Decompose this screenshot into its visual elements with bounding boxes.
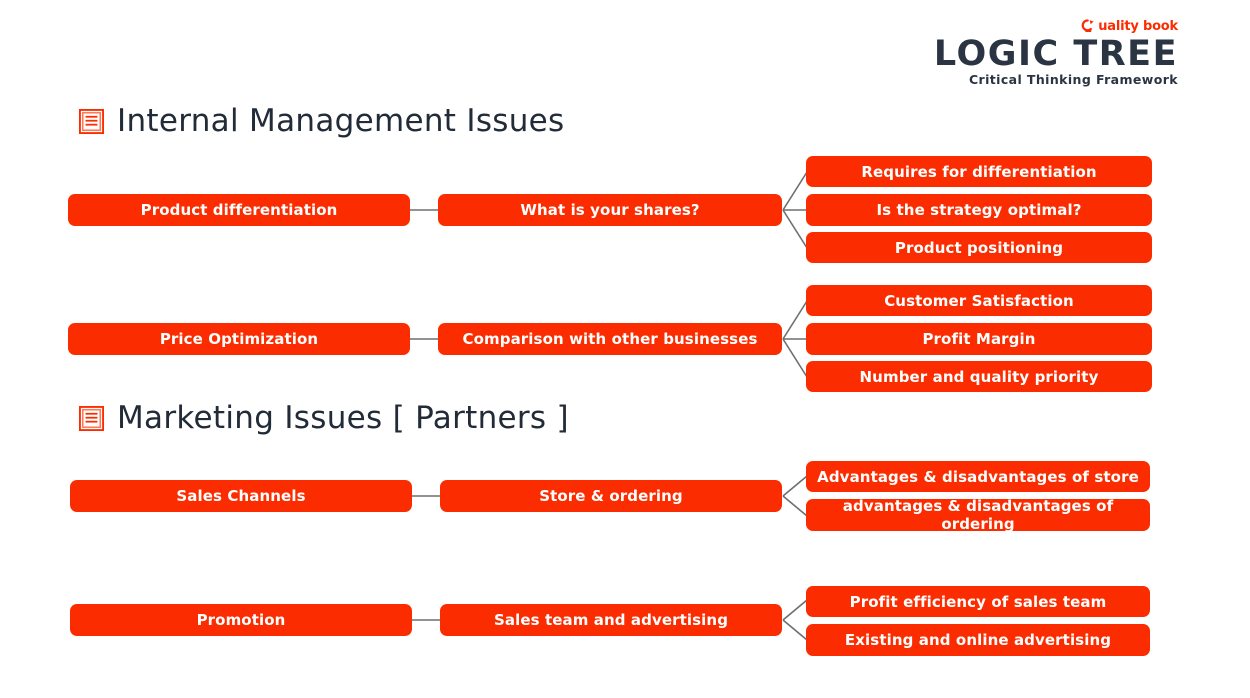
- list-square-icon: [79, 406, 104, 431]
- connector-branch-fan-1-1: [782, 171, 808, 249]
- connector-root-to-branch-2-1: [412, 495, 440, 497]
- node-leaf-number-and-quality-priority[interactable]: Number and quality priority: [806, 361, 1152, 392]
- node-leaf-existing-and-online-advertising[interactable]: Existing and online advertising: [806, 624, 1150, 656]
- node-leaf-customer-satisfaction[interactable]: Customer Satisfaction: [806, 285, 1152, 316]
- q-logo-icon: [1081, 18, 1094, 32]
- node-root-product-differentiation[interactable]: Product differentiation: [68, 194, 410, 226]
- node-branch-comparison-with-other-businesses[interactable]: Comparison with other businesses: [438, 323, 782, 355]
- node-leaf-is-the-strategy-optimal[interactable]: Is the strategy optimal?: [806, 194, 1152, 226]
- connector-branch-fan-2-1: [782, 475, 808, 517]
- node-leaf-advantages-disadvantages-of-ordering[interactable]: advantages & disadvantages of ordering: [806, 499, 1150, 531]
- section-heading-label: Marketing Issues [ Partners ]: [117, 400, 569, 436]
- node-leaf-profit-efficiency-of-sales-team[interactable]: Profit efficiency of sales team: [806, 586, 1150, 617]
- node-branch-what-is-your-shares[interactable]: What is your shares?: [438, 194, 782, 226]
- connector-root-to-branch-1-1: [410, 209, 440, 211]
- logic-tree-title: LOGIC TREE: [933, 34, 1178, 74]
- node-branch-sales-team-and-advertising[interactable]: Sales team and advertising: [440, 604, 782, 636]
- node-leaf-requires-for-differentiation[interactable]: Requires for differentiation: [806, 156, 1152, 187]
- node-leaf-advantages-disadvantages-of-store[interactable]: Advantages & disadvantages of store: [806, 461, 1150, 492]
- section-heading-internal-management-issues: Internal Management Issues: [79, 106, 565, 137]
- node-root-promotion[interactable]: Promotion: [70, 604, 412, 636]
- section-heading-label: Internal Management Issues: [117, 103, 565, 139]
- list-square-icon: [79, 109, 104, 134]
- section-heading-marketing-issues-partners: Marketing Issues [ Partners ]: [79, 403, 569, 434]
- node-branch-store-and-ordering[interactable]: Store & ordering: [440, 480, 782, 512]
- quality-book-lockup: uality book: [934, 18, 1178, 34]
- node-root-sales-channels[interactable]: Sales Channels: [70, 480, 412, 512]
- connector-branch-fan-2-2: [782, 599, 808, 641]
- brand-logo: uality book LOGIC TREE Critical Thinking…: [934, 18, 1178, 86]
- node-leaf-profit-margin[interactable]: Profit Margin: [806, 323, 1152, 355]
- node-leaf-product-positioning[interactable]: Product positioning: [806, 232, 1152, 263]
- node-root-price-optimization[interactable]: Price Optimization: [68, 323, 410, 355]
- connector-branch-fan-1-2: [782, 300, 808, 378]
- quality-book-text: uality book: [1098, 18, 1178, 34]
- connector-root-to-branch-1-2: [410, 338, 440, 340]
- logic-tree-subtitle: Critical Thinking Framework: [968, 71, 1178, 87]
- connector-root-to-branch-2-2: [412, 619, 440, 621]
